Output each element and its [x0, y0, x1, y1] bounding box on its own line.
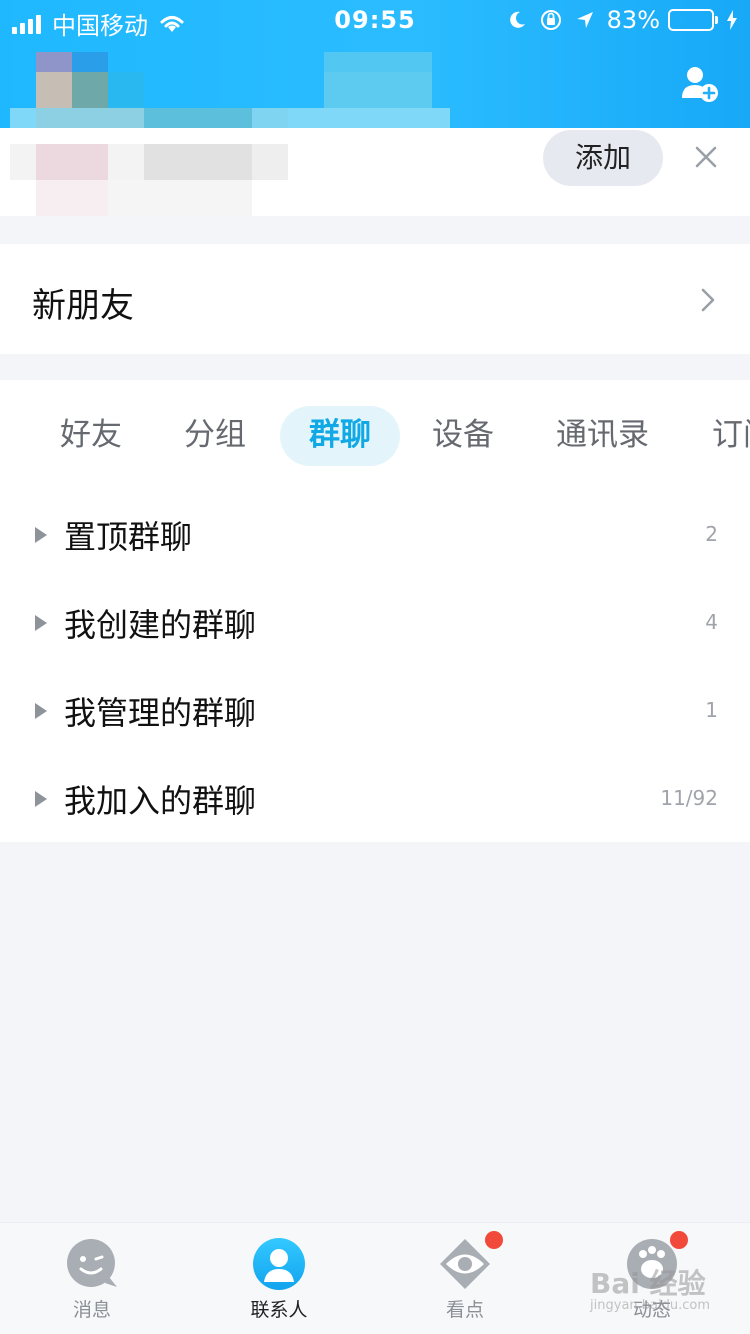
group-count: 4 [705, 610, 718, 634]
battery-percent: 83% [606, 6, 660, 34]
tab-bar-label: 看点 [445, 1299, 484, 1321]
group-name: 置顶群聊 [64, 518, 193, 556]
group-count: 11/92 [660, 786, 718, 810]
tab-bar-contacts[interactable]: 联系人 [229, 1237, 329, 1322]
notification-badge [670, 1231, 688, 1249]
tab-bar-label: 联系人 [250, 1299, 308, 1321]
tab-subscriptions[interactable]: 订阅号 [712, 406, 750, 466]
battery-icon [668, 9, 718, 31]
tab-friends[interactable]: 好友 [60, 406, 122, 466]
message-icon [67, 1239, 117, 1287]
tab-bar-messages[interactable]: 消息 [42, 1237, 142, 1322]
moon-icon [507, 10, 527, 30]
expand-triangle-icon [35, 527, 47, 543]
add-contact-icon[interactable] [680, 64, 720, 104]
expand-triangle-icon [35, 703, 47, 719]
notification-badge [485, 1231, 503, 1249]
expand-triangle-icon [35, 615, 47, 631]
contacts-icon [253, 1238, 305, 1290]
tab-devices[interactable]: 设备 [432, 406, 494, 466]
contacts-panel: 好友 分组 群聊 设备 通讯录 订阅号 置顶群聊 2 我创建的群聊 4 我管理的… [0, 380, 750, 842]
group-count: 2 [705, 522, 718, 546]
location-icon [575, 10, 595, 30]
new-friends-row[interactable]: 新朋友 [0, 244, 750, 354]
group-row-managed[interactable]: 我管理的群聊 1 [0, 668, 750, 756]
expand-triangle-icon [35, 791, 47, 807]
tab-address-book[interactable]: 通讯录 [556, 406, 649, 466]
group-row-joined[interactable]: 我加入的群聊 11/92 [0, 756, 750, 844]
charging-icon [726, 10, 738, 30]
group-row-pinned[interactable]: 置顶群聊 2 [0, 492, 750, 580]
watermark: Bai 经验 jingyan.baidu.com [590, 1262, 710, 1313]
watermark-subtext: jingyan.baidu.com [590, 1298, 710, 1313]
group-name: 我管理的群聊 [64, 694, 257, 732]
tab-bar-label: 消息 [72, 1299, 111, 1321]
group-count: 1 [705, 698, 718, 722]
close-icon[interactable] [694, 145, 718, 169]
watermark-text: Bai 经验 [590, 1267, 706, 1300]
new-friends-label: 新朋友 [32, 286, 134, 326]
status-bar: 中国移动 09:55 83% [0, 0, 750, 40]
eye-icon [440, 1239, 490, 1289]
chevron-right-icon [701, 288, 715, 312]
tab-group-chats[interactable]: 群聊 [280, 406, 400, 466]
rotation-lock-icon [539, 8, 563, 32]
add-button[interactable]: 添加 [543, 130, 663, 186]
tab-groups[interactable]: 分组 [184, 406, 246, 466]
group-row-created[interactable]: 我创建的群聊 4 [0, 580, 750, 668]
category-tabs: 好友 分组 群聊 设备 通讯录 订阅号 [0, 406, 750, 466]
tab-bar-discover[interactable]: 看点 [415, 1231, 515, 1322]
group-name: 我创建的群聊 [64, 606, 257, 644]
group-name: 我加入的群聊 [64, 782, 257, 820]
